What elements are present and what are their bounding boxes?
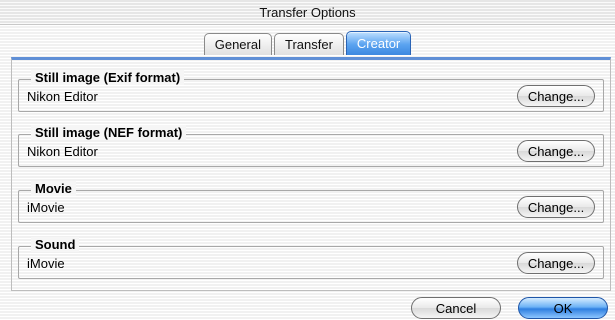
creator-panel: Still image (Exif format) Nikon Editor C… [11,57,611,291]
group-sound: Sound iMovie Change... [18,237,604,279]
window-title: Transfer Options [259,4,356,20]
group-title: Movie [31,181,76,196]
group-title: Sound [31,237,80,252]
cancel-button[interactable]: Cancel [411,297,501,319]
tab-bar: General Transfer Creator [0,31,615,57]
group-value: iMovie [27,200,65,215]
tab-transfer[interactable]: Transfer [273,33,344,55]
change-button-exif[interactable]: Change... [517,85,595,107]
tab-general[interactable]: General [203,33,272,55]
window-title-bar: Transfer Options [0,0,615,25]
group-value: Nikon Editor [27,89,98,104]
group-title: Still image (NEF format) [31,125,187,140]
group-still-image-exif: Still image (Exif format) Nikon Editor C… [18,70,604,112]
change-button-movie[interactable]: Change... [517,196,595,218]
change-button-sound[interactable]: Change... [517,252,595,274]
change-button-nef[interactable]: Change... [517,140,595,162]
tab-creator[interactable]: Creator [345,31,412,55]
group-value: iMovie [27,256,65,271]
group-value: Nikon Editor [27,144,98,159]
group-movie: Movie iMovie Change... [18,181,604,223]
ok-button[interactable]: OK [518,297,608,319]
group-title: Still image (Exif format) [31,70,185,85]
group-still-image-nef: Still image (NEF format) Nikon Editor Ch… [18,125,604,167]
